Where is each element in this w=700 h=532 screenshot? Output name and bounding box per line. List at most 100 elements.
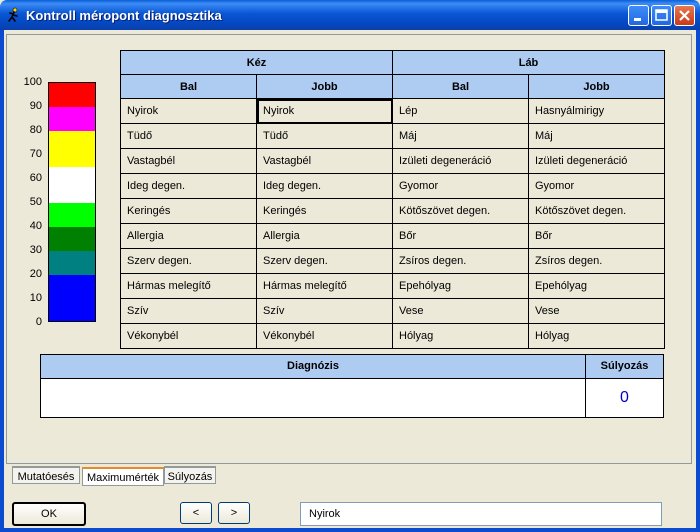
table-cell[interactable]: Szerv degen. bbox=[256, 248, 393, 274]
table-row: Szerv degen. Szerv degen. Zsíros degen. Zsí… bbox=[120, 248, 665, 274]
table-row: Allergia Allergia Bőr Bőr bbox=[120, 223, 665, 249]
table-cell[interactable]: Bőr bbox=[392, 223, 529, 249]
maximize-icon bbox=[655, 9, 668, 21]
scale-label-20: 20 bbox=[29, 268, 42, 280]
diagnosis-field[interactable] bbox=[41, 379, 586, 417]
table-row: Vékonybél Vékonybél Hólyag Hólyag bbox=[120, 323, 665, 349]
diagnosis-header: Diagnózis bbox=[41, 355, 586, 379]
color-scale bbox=[48, 82, 96, 322]
table-row: Tüdő Tüdő Máj Máj bbox=[120, 123, 665, 149]
col-header-foot-right: Jobb bbox=[528, 74, 665, 99]
table-cell[interactable]: Vastagbél bbox=[256, 148, 393, 174]
table-cell[interactable]: Lép bbox=[392, 98, 529, 124]
table-cell[interactable]: Tüdő bbox=[256, 123, 393, 149]
close-icon bbox=[679, 10, 690, 21]
scale-label-10: 10 bbox=[29, 292, 42, 304]
scale-band-magenta bbox=[49, 107, 95, 131]
table-cell[interactable]: Máj bbox=[528, 123, 665, 149]
table-cell[interactable]: Hasnyálmirigy bbox=[528, 98, 665, 124]
tab-maximumertek[interactable]: Maximumérték bbox=[82, 467, 164, 486]
scale-band-darkgreen bbox=[49, 227, 95, 251]
table-cell[interactable]: Nyirok bbox=[120, 98, 257, 124]
minimize-button[interactable] bbox=[628, 5, 649, 26]
window-border-right bbox=[696, 30, 700, 532]
scale-label-90: 90 bbox=[29, 100, 42, 112]
table-cell[interactable]: Ideg degen. bbox=[256, 173, 393, 199]
scale-band-teal bbox=[49, 251, 95, 275]
ok-button[interactable]: OK bbox=[12, 502, 86, 526]
table-cell[interactable]: Bőr bbox=[528, 223, 665, 249]
minimize-icon bbox=[634, 18, 641, 21]
table-cell[interactable]: Nyirok bbox=[256, 98, 393, 124]
tab-mutatoeses[interactable]: Mutatóesés bbox=[12, 466, 80, 484]
scale-band-white bbox=[49, 167, 95, 203]
table-cell[interactable]: Vese bbox=[528, 298, 665, 324]
tab-sulyozas[interactable]: Súlyozás bbox=[164, 466, 216, 484]
table-cell[interactable]: Hólyag bbox=[392, 323, 529, 349]
table-cell[interactable]: Izületi degeneráció bbox=[392, 148, 529, 174]
table-cell[interactable]: Szerv degen. bbox=[120, 248, 257, 274]
table-cell[interactable]: Gyomor bbox=[392, 173, 529, 199]
table-cell[interactable]: Kötőszövet degen. bbox=[528, 198, 665, 224]
table-row: Keringés Keringés Kötőszövet degen. Kötőszö… bbox=[120, 198, 665, 224]
window-title: Kontroll méropont diagnosztika bbox=[26, 8, 222, 23]
table-cell[interactable]: Kötőszövet degen. bbox=[392, 198, 529, 224]
scale-label-100: 100 bbox=[23, 76, 42, 88]
table-cell[interactable]: Szív bbox=[120, 298, 257, 324]
table-cell[interactable]: Epehólyag bbox=[392, 273, 529, 299]
weighting-header: Súlyozás bbox=[586, 355, 663, 379]
col-header-hand-right: Jobb bbox=[256, 74, 393, 99]
table-cell[interactable]: Gyomor bbox=[528, 173, 665, 199]
group-header-foot: Láb bbox=[392, 50, 665, 75]
weighting-value: 0 bbox=[620, 389, 629, 406]
table-cell[interactable]: Szív bbox=[256, 298, 393, 324]
status-field: Nyirok bbox=[300, 502, 662, 526]
close-button[interactable] bbox=[674, 5, 695, 26]
scale-label-30: 30 bbox=[29, 244, 42, 256]
table-cell[interactable]: Hólyag bbox=[528, 323, 665, 349]
scale-band-yellow bbox=[49, 131, 95, 167]
scale-band-green bbox=[49, 203, 95, 227]
table-cell[interactable]: Hármas melegítő bbox=[256, 273, 393, 299]
col-header-foot-left: Bal bbox=[392, 74, 529, 99]
scale-label-40: 40 bbox=[29, 220, 42, 232]
table-row: Szív Szív Vese Vese bbox=[120, 298, 665, 324]
scale-label-60: 60 bbox=[29, 172, 42, 184]
diagnosis-panel: Diagnózis Súlyozás 0 bbox=[40, 354, 664, 418]
title-bar: Kontroll méropont diagnosztika bbox=[0, 0, 700, 30]
table-cell[interactable]: Allergia bbox=[256, 223, 393, 249]
table-cell[interactable]: Ideg degen. bbox=[120, 173, 257, 199]
table-row: Nyirok Nyirok Lép Hasnyálmirigy bbox=[120, 98, 665, 124]
scale-label-70: 70 bbox=[29, 148, 42, 160]
table-cell[interactable]: Epehólyag bbox=[528, 273, 665, 299]
table-cell[interactable]: Vékonybél bbox=[256, 323, 393, 349]
prev-button[interactable]: < bbox=[180, 502, 212, 524]
table-cell[interactable]: Vese bbox=[392, 298, 529, 324]
table-cell[interactable]: Zsíros degen. bbox=[392, 248, 529, 274]
app-icon bbox=[8, 7, 18, 22]
table-cell[interactable]: Izületi degeneráció bbox=[528, 148, 665, 174]
table-cell[interactable]: Allergia bbox=[120, 223, 257, 249]
next-button[interactable]: > bbox=[218, 502, 250, 524]
measure-point-table: Kéz Láb Bal Jobb Bal Jobb Nyirok Nyirok Lé… bbox=[120, 50, 665, 349]
table-row: Vastagbél Vastagbél Izületi degeneráció Izü… bbox=[120, 148, 665, 174]
scale-label-0: 0 bbox=[35, 316, 42, 328]
table-cell[interactable]: Hármas melegítő bbox=[120, 273, 257, 299]
maximize-button[interactable] bbox=[651, 5, 672, 26]
table-cell[interactable]: Vastagbél bbox=[120, 148, 257, 174]
scale-label-80: 80 bbox=[29, 124, 42, 136]
table-cell[interactable]: Vékonybél bbox=[120, 323, 257, 349]
table-cell[interactable]: Zsíros degen. bbox=[528, 248, 665, 274]
window-border-left bbox=[0, 30, 4, 532]
scale-band-blue bbox=[49, 275, 95, 321]
table-cell[interactable]: Keringés bbox=[256, 198, 393, 224]
group-header-hand: Kéz bbox=[120, 50, 393, 75]
scale-band-red bbox=[49, 83, 95, 107]
col-header-hand-left: Bal bbox=[120, 74, 257, 99]
table-cell[interactable]: Máj bbox=[392, 123, 529, 149]
scale-label-50: 50 bbox=[29, 196, 42, 208]
table-cell[interactable]: Keringés bbox=[120, 198, 257, 224]
table-row: Hármas melegítő Hármas melegítő Epehólyag E… bbox=[120, 273, 665, 299]
table-cell[interactable]: Tüdő bbox=[120, 123, 257, 149]
window-border-bottom bbox=[0, 528, 700, 532]
